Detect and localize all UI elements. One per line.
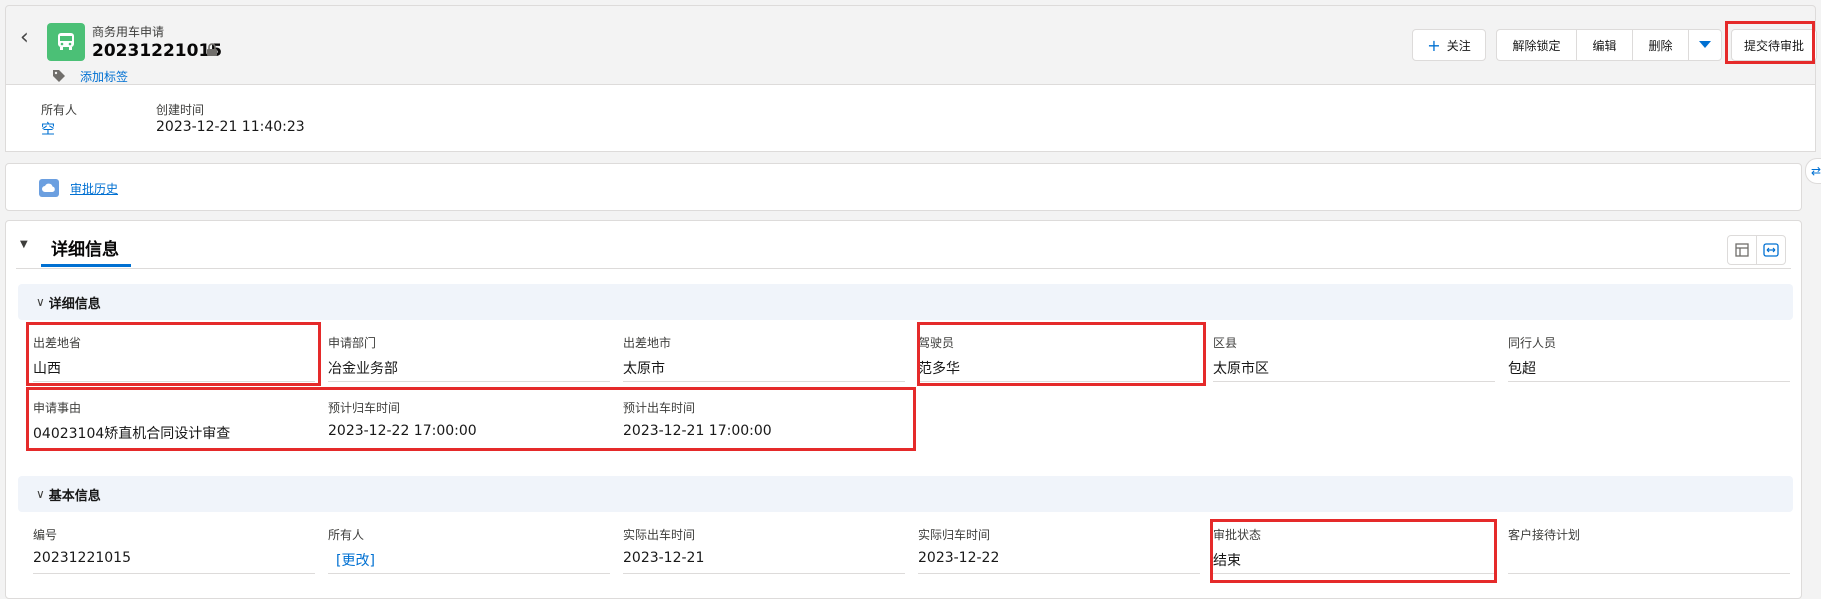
highlight-box xyxy=(917,322,1206,386)
field-label: 编号 xyxy=(33,528,58,542)
swap-icon[interactable]: ⇄ xyxy=(1805,158,1821,184)
field-value: 2023-12-22 xyxy=(918,550,1000,566)
chevron-down-icon xyxy=(1699,41,1711,48)
field-reception-plan: 客户接待计划 xyxy=(1508,516,1790,574)
field-city: 出差地市 太原市 xyxy=(623,324,905,382)
field-value: 20231221015 xyxy=(33,550,131,566)
record-title: 20231221015 xyxy=(92,41,223,61)
created-time-label: 创建时间 xyxy=(156,103,205,117)
highlight-box xyxy=(1725,21,1815,64)
collapse-caret-icon[interactable]: ▼ xyxy=(20,239,28,250)
highlight-box xyxy=(1210,519,1497,583)
field-actual-return: 实际归车时间 2023-12-22 xyxy=(918,516,1200,574)
field-department: 申请部门 冶金业务部 xyxy=(328,324,610,382)
field-label: 实际出车时间 xyxy=(623,528,696,542)
section-basic-title: 基本信息 xyxy=(48,488,101,504)
object-type-label: 商务用车申请 xyxy=(92,25,165,39)
field-label: 客户接待计划 xyxy=(1508,528,1581,542)
field-value: 太原市区 xyxy=(1213,361,1269,377)
approval-history-card: 审批历史 xyxy=(5,163,1802,211)
tag-icon xyxy=(52,68,66,82)
follow-button[interactable]: + 关注 xyxy=(1412,29,1486,61)
field-label: 同行人员 xyxy=(1508,336,1557,350)
follow-label: 关注 xyxy=(1446,38,1471,53)
lock-icon xyxy=(206,42,220,58)
field-label: 区县 xyxy=(1213,336,1238,350)
section-basic-header[interactable]: ∨ 基本信息 xyxy=(18,476,1793,512)
field-companions: 同行人员 包超 xyxy=(1508,324,1790,382)
add-tag-link[interactable]: 添加标签 xyxy=(80,68,128,85)
field-label: 所有人 xyxy=(328,528,365,542)
section-details-header[interactable]: ∨ 详细信息 xyxy=(18,284,1793,320)
tab-details[interactable]: 详细信息 xyxy=(51,235,119,260)
chevron-down-icon: ∨ xyxy=(36,487,45,501)
action-button-group: 解除锁定 编辑 删除 xyxy=(1496,29,1722,61)
field-value: 包超 xyxy=(1508,361,1536,377)
approval-history-link[interactable]: 审批历史 xyxy=(70,180,118,197)
expand-width-icon[interactable] xyxy=(1756,235,1786,265)
owner-value[interactable]: 空 xyxy=(41,119,55,139)
unlock-button[interactable]: 解除锁定 xyxy=(1496,29,1576,61)
highlight-box xyxy=(26,322,321,386)
chevron-down-icon: ∨ xyxy=(36,295,45,309)
field-value: 冶金业务部 xyxy=(328,361,398,377)
delete-button[interactable]: 删除 xyxy=(1632,29,1688,61)
field-value: 2023-12-21 xyxy=(623,550,705,566)
created-time-value: 2023-12-21 11:40:23 xyxy=(156,119,305,135)
tab-divider xyxy=(16,268,1791,269)
section-details-title: 详细信息 xyxy=(48,296,101,312)
field-label: 出差地市 xyxy=(623,336,672,350)
highlights-panel: 所有人 空 创建时间 2023-12-21 11:40:23 xyxy=(5,85,1816,152)
details-card: ▼ 详细信息 ∨ 详细信息 出差地省 山西 申请部门 冶金业务部 出差地市 太原… xyxy=(5,220,1802,599)
field-value: 太原市 xyxy=(623,361,665,377)
plus-icon: + xyxy=(1427,35,1441,55)
car-app-icon xyxy=(47,23,85,61)
change-owner-link[interactable]: [更改] xyxy=(336,550,375,570)
field-actual-departure: 实际出车时间 2023-12-21 xyxy=(623,516,905,574)
layout-icon[interactable] xyxy=(1727,235,1757,265)
field-number: 编号 20231221015 xyxy=(33,516,315,574)
record-header: ‹ 商务用车申请 20231221015 添加标签 + 关注 解除锁定 编辑 删… xyxy=(5,5,1817,85)
field-owner: 所有人 [更改] xyxy=(328,516,610,574)
edit-button[interactable]: 编辑 xyxy=(1576,29,1632,61)
more-actions-dropdown[interactable] xyxy=(1688,29,1722,61)
back-arrow-icon[interactable]: ‹ xyxy=(20,27,40,49)
cloud-icon xyxy=(39,179,59,197)
active-tab-indicator xyxy=(41,264,131,267)
owner-label: 所有人 xyxy=(41,103,78,117)
field-district: 区县 太原市区 xyxy=(1213,324,1495,382)
field-label: 实际归车时间 xyxy=(918,528,991,542)
highlight-box xyxy=(26,387,916,451)
field-label: 申请部门 xyxy=(328,336,377,350)
